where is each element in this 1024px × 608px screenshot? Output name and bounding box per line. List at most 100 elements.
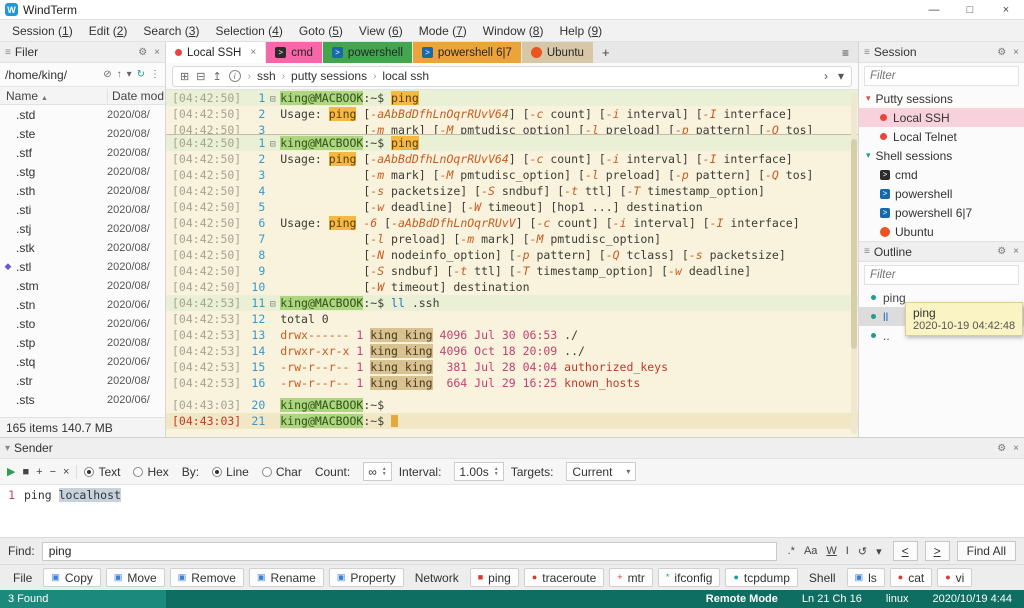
menu-item-mode[interactable]: Mode (7) xyxy=(411,24,475,38)
file-row[interactable]: .stk 2020/08/ xyxy=(0,238,165,257)
stop-button[interactable]: ■ xyxy=(22,466,29,478)
session-filter-input[interactable] xyxy=(870,70,1013,82)
chevron-down-icon[interactable]: ▾ xyxy=(5,443,10,454)
tab-list-menu-icon[interactable]: ≡ xyxy=(833,42,858,63)
session-item-local-ssh[interactable]: Local SSH xyxy=(859,108,1024,127)
toolbar-group-shell[interactable]: Shell xyxy=(803,571,842,585)
tool-traceroute-button[interactable]: ● traceroute xyxy=(523,568,605,587)
tool-vi-button[interactable]: ● vi xyxy=(937,568,973,587)
column-name[interactable]: Name ▲ xyxy=(0,89,107,103)
outline-filter[interactable] xyxy=(864,265,1019,285)
gear-icon[interactable]: ⚙ xyxy=(997,246,1006,257)
split-terminal-icon[interactable]: ⊟ xyxy=(196,70,205,83)
sender-command[interactable]: ping localhost xyxy=(24,488,121,537)
terminal-split-main[interactable]: [04:42:50] 1 ⊟ king@MACBOOK:~$ ping [04:42:5… xyxy=(166,135,858,429)
refresh-icon[interactable]: ↻ xyxy=(137,69,145,80)
whole-word-icon[interactable]: W xyxy=(826,545,836,557)
file-row[interactable]: .std 2020/08/ xyxy=(0,105,165,124)
spin-down-icon[interactable]: ▼ xyxy=(494,471,499,477)
info-icon[interactable]: i xyxy=(228,70,241,82)
menu-item-help[interactable]: Help (9) xyxy=(551,24,610,38)
toolbar-group-network[interactable]: Network xyxy=(409,571,465,585)
file-row[interactable]: .stq 2020/06/ xyxy=(0,352,165,371)
menu-item-view[interactable]: View (6) xyxy=(351,24,411,38)
wrap-around-icon[interactable]: ↺ xyxy=(858,545,867,558)
session-filter[interactable] xyxy=(864,66,1019,86)
menu-item-goto[interactable]: Goto (5) xyxy=(291,24,351,38)
add-line-button[interactable]: + xyxy=(36,466,42,478)
menu-item-search[interactable]: Search (3) xyxy=(135,24,207,38)
tool-cat-button[interactable]: ● cat xyxy=(889,568,933,587)
tool-property-button[interactable]: ▣ Property xyxy=(328,568,404,587)
session-item-powershell[interactable]: > powershell xyxy=(859,184,1024,203)
count-stepper[interactable]: ∞ ▲ ▼ xyxy=(363,462,392,481)
tool-copy-button[interactable]: ▣ Copy xyxy=(43,568,101,587)
remove-line-button[interactable]: − xyxy=(50,466,56,478)
sender-content[interactable]: 1 ping localhost xyxy=(0,485,1024,537)
close-button[interactable]: × xyxy=(988,0,1024,19)
radio-char[interactable]: Char xyxy=(261,465,308,479)
interval-stepper[interactable]: 1.00s ▲ ▼ xyxy=(454,462,504,481)
tool-remove-button[interactable]: ▣ Remove xyxy=(169,568,244,587)
terminal-scrollbar[interactable] xyxy=(851,93,857,434)
tool-mtr-button[interactable]: + mtr xyxy=(609,568,653,587)
radio-hex-icon[interactable] xyxy=(133,466,144,477)
file-row[interactable]: .stp 2020/08/ xyxy=(0,333,165,352)
filter-off-icon[interactable]: ⊘ xyxy=(103,69,111,80)
tool-ls-button[interactable]: ▣ ls xyxy=(846,568,885,587)
column-date-modified[interactable]: Date mod xyxy=(107,88,165,103)
menu-item-edit[interactable]: Edit (2) xyxy=(81,24,136,38)
sessions-dropdown-icon[interactable]: ▾ xyxy=(838,69,844,83)
send-button[interactable]: ▶ xyxy=(7,465,15,478)
gear-icon[interactable]: ⚙ xyxy=(997,443,1006,454)
new-terminal-icon[interactable]: ⊞ xyxy=(180,70,189,83)
breadcrumb-item[interactable]: local ssh xyxy=(382,69,429,83)
session-group-shell-sessions[interactable]: ▾ Shell sessions xyxy=(859,146,1024,165)
close-icon[interactable]: × xyxy=(1013,246,1019,257)
file-row[interactable]: .sth 2020/08/ xyxy=(0,181,165,200)
os-indicator[interactable]: linux xyxy=(886,593,909,605)
breadcrumb-item[interactable]: putty sessions xyxy=(291,69,367,83)
spinner-arrows-icon[interactable]: ▲ ▼ xyxy=(382,466,387,477)
file-row[interactable]: .stn 2020/06/ xyxy=(0,295,165,314)
radio-text[interactable]: Text xyxy=(84,465,126,479)
radio-hex[interactable]: Hex xyxy=(133,465,174,479)
session-item-powershell-6-7[interactable]: > powershell 6|7 xyxy=(859,203,1024,222)
find-input[interactable] xyxy=(41,541,777,561)
targets-select[interactable]: Current ▾ xyxy=(566,462,637,481)
clear-button[interactable]: × xyxy=(63,466,69,478)
search-options-icon[interactable]: ▾ xyxy=(876,545,882,558)
tool-tcpdump-button[interactable]: ● tcpdump xyxy=(725,568,798,587)
file-row[interactable]: .sti 2020/08/ xyxy=(0,200,165,219)
tab-powershell[interactable]: > powershell xyxy=(322,42,412,63)
tool-ping-button[interactable]: ■ ping xyxy=(469,568,519,587)
close-icon[interactable]: × xyxy=(1013,443,1019,454)
menu-item-selection[interactable]: Selection (4) xyxy=(207,24,290,38)
find-all-button[interactable]: Find All xyxy=(956,541,1016,561)
tool-ifconfig-button[interactable]: * ifconfig xyxy=(657,568,721,587)
more-icon[interactable]: ⋮ xyxy=(150,69,160,80)
regex-icon[interactable]: .* xyxy=(788,545,795,557)
gear-icon[interactable]: ⚙ xyxy=(997,47,1006,58)
maximize-button[interactable]: □ xyxy=(952,0,988,19)
radio-line[interactable]: Line xyxy=(212,465,255,479)
file-row[interactable]: ◆ .stl 2020/08/ xyxy=(0,257,165,276)
gear-icon[interactable]: ⚙ xyxy=(138,47,147,58)
scrollbar-thumb[interactable] xyxy=(851,139,857,349)
in-selection-icon[interactable]: I xyxy=(846,545,849,557)
up-directory-icon[interactable]: ↑ xyxy=(117,69,122,80)
add-tab-button[interactable]: + xyxy=(594,42,618,63)
session-item-ubuntu[interactable]: Ubuntu xyxy=(859,222,1024,241)
history-icon[interactable]: ▾ xyxy=(127,69,132,80)
mode-indicator[interactable]: Remote Mode xyxy=(706,593,778,605)
terminal-split-top[interactable]: [04:42:50] 1 ⊟ king@MACBOOK:~$ ping [04:42:5… xyxy=(166,90,858,135)
close-icon[interactable]: × xyxy=(1013,47,1019,58)
tab-local-ssh[interactable]: Local SSH × xyxy=(166,42,266,63)
session-group-putty-sessions[interactable]: ▾ Putty sessions xyxy=(859,89,1024,108)
find-next-button[interactable]: > xyxy=(924,541,950,561)
tab-ubuntu[interactable]: Ubuntu xyxy=(521,42,593,63)
tab-cmd[interactable]: > cmd xyxy=(266,42,322,63)
session-item-local-telnet[interactable]: Local Telnet xyxy=(859,127,1024,146)
file-row[interactable]: .sts 2020/06/ xyxy=(0,390,165,409)
file-row[interactable]: .str 2020/08/ xyxy=(0,371,165,390)
